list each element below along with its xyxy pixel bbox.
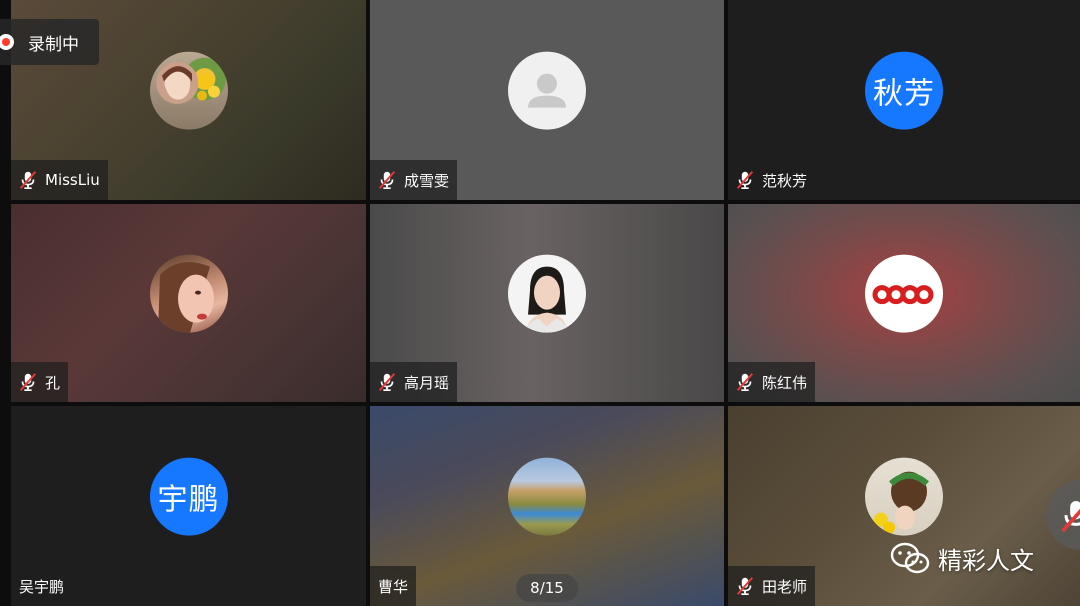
- watermark: 精彩人文: [890, 540, 1034, 576]
- participant-name: 成雪雯: [404, 171, 450, 190]
- participant-name: 田老师: [762, 577, 808, 596]
- participant-name: 范秋芳: [762, 171, 808, 190]
- name-tag: 孔: [11, 362, 69, 402]
- watermark-text: 精彩人文: [938, 546, 1034, 575]
- name-tag: 成雪雯: [370, 160, 458, 200]
- avatar: [508, 457, 586, 536]
- avatar-text: 秋芳: [873, 76, 935, 112]
- avatar: [149, 51, 228, 130]
- default-avatar: [508, 51, 586, 130]
- avatar: [508, 254, 586, 333]
- participant-name: 高月瑶: [404, 373, 450, 392]
- participant-tile-gaoyueyao[interactable]: 高月瑶: [370, 204, 724, 402]
- name-tag: 吴宇鹏: [11, 566, 73, 606]
- wechat-icon: [890, 542, 930, 574]
- participant-tile-tianlaoshi[interactable]: 田老师: [728, 406, 1080, 606]
- participant-name: 孔: [45, 373, 61, 392]
- participant-name: MissLiu: [45, 171, 100, 189]
- mic-muted-icon: [736, 373, 754, 391]
- recording-badge[interactable]: 录制中: [0, 19, 99, 65]
- participant-name: 吴宇鹏: [19, 577, 65, 596]
- mic-muted-icon: [736, 577, 754, 595]
- avatar: [149, 254, 228, 333]
- name-tag: 陈红伟: [728, 362, 816, 402]
- participant-tile-chenhongwei[interactable]: 陈红伟: [728, 204, 1080, 402]
- participant-tile-kong[interactable]: 孔: [11, 204, 366, 402]
- text-avatar: 宇鹏: [149, 457, 228, 536]
- participant-tile-wuyupeng[interactable]: 宇鹏 吴宇鹏: [11, 406, 366, 606]
- name-tag: 曹华: [370, 566, 417, 606]
- mic-muted-icon: [19, 373, 37, 391]
- name-tag: 范秋芳: [728, 160, 816, 200]
- name-tag: MissLiu: [11, 160, 108, 200]
- avatar: [865, 457, 943, 536]
- participant-tile-chengxuewen[interactable]: 成雪雯: [370, 0, 724, 200]
- mic-muted-icon: [1061, 501, 1080, 533]
- mic-muted-icon: [378, 373, 396, 391]
- avatar: [865, 254, 943, 333]
- participant-name: 陈红伟: [762, 373, 808, 392]
- participant-name: 曹华: [378, 577, 409, 596]
- mic-muted-icon: [19, 171, 37, 189]
- page-indicator-label: 8/15: [530, 579, 564, 597]
- name-tag: 高月瑶: [370, 362, 458, 402]
- avatar-text: 宇鹏: [157, 482, 220, 518]
- mic-muted-icon: [378, 171, 396, 189]
- page-indicator[interactable]: 8/15: [516, 574, 578, 602]
- recording-label: 录制中: [28, 34, 79, 55]
- participant-tile-fanqiufang[interactable]: 秋芳 范秋芳: [728, 0, 1080, 200]
- record-icon: [0, 32, 20, 52]
- name-tag: 田老师: [728, 566, 816, 606]
- mic-muted-icon: [736, 171, 754, 189]
- text-avatar: 秋芳: [865, 51, 943, 130]
- user-icon: [528, 73, 566, 108]
